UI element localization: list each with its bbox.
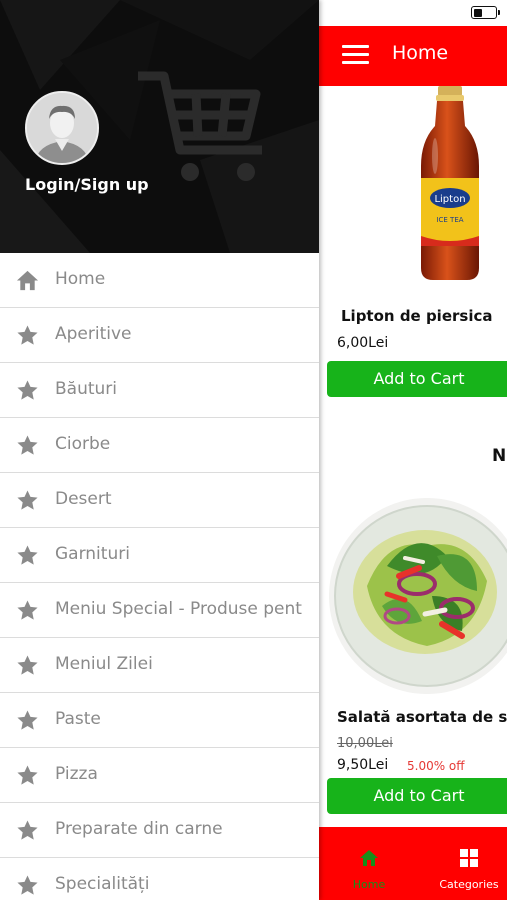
- star-icon: [17, 820, 38, 840]
- drawer-item-specialitati[interactable]: Specialități: [0, 858, 319, 900]
- app-header: Home: [319, 26, 507, 86]
- section-title-partial: N: [492, 446, 507, 466]
- star-icon: [17, 380, 38, 400]
- home-icon: [360, 850, 378, 866]
- drawer-item-label: Specialități: [55, 874, 150, 894]
- svg-text:Lipton: Lipton: [434, 194, 465, 205]
- login-signup-link[interactable]: Login/Sign up: [25, 175, 149, 194]
- page-title: Home: [392, 42, 449, 64]
- drawer-item-preparate-din-carne[interactable]: Preparate din carne: [0, 803, 319, 858]
- svg-text:ICE TEA: ICE TEA: [436, 216, 463, 224]
- star-icon: [17, 435, 38, 455]
- battery-level: [473, 8, 482, 17]
- drawer-item-label: Garnituri: [55, 544, 130, 564]
- star-icon: [17, 655, 38, 675]
- drawer-item-label: Desert: [55, 489, 112, 509]
- shopping-cart-icon: [138, 71, 262, 155]
- product-price: 9,50Lei: [337, 757, 389, 773]
- drawer-item-label: Băuturi: [55, 379, 118, 399]
- add-to-cart-button[interactable]: Add to Cart: [327, 778, 507, 814]
- drawer-item-home[interactable]: Home: [0, 253, 319, 308]
- product-name: Lipton de piersica: [341, 307, 493, 325]
- status-bar: [319, 0, 507, 26]
- product-price: 6,00Lei: [337, 335, 389, 351]
- discount-badge: 5.00% off: [407, 759, 465, 773]
- drawer-menu: Home Aperitive Băuturi Ciorbe Desert Gar…: [0, 253, 319, 900]
- product-image-salad: [329, 498, 507, 694]
- star-icon: [17, 545, 38, 565]
- drawer-item-ciorbe[interactable]: Ciorbe: [0, 418, 319, 473]
- product-name: Salată asortata de se: [337, 708, 507, 726]
- drawer-header: Login/Sign up: [0, 0, 319, 253]
- drawer-item-label: Aperitive: [55, 324, 132, 344]
- user-avatar-icon: [27, 93, 97, 163]
- star-icon: [17, 765, 38, 785]
- bottom-navigation: Home Categories: [313, 827, 507, 900]
- drawer-item-label: Paste: [55, 709, 101, 729]
- star-icon: [17, 325, 38, 345]
- drawer-item-pizza[interactable]: Pizza: [0, 748, 319, 803]
- bottom-nav-home-label: Home: [352, 878, 386, 891]
- bottom-nav-home[interactable]: Home: [333, 827, 405, 900]
- drawer-item-aperitive[interactable]: Aperitive: [0, 308, 319, 363]
- battery-icon: [471, 6, 500, 19]
- product-card[interactable]: N Salată asortata de se 10,00Lei 9,50Lei…: [319, 440, 507, 820]
- drawer-item-label: Ciorbe: [55, 434, 111, 454]
- grid-icon: [460, 849, 478, 867]
- drawer-item-garnituri[interactable]: Garnituri: [0, 528, 319, 583]
- drawer-item-label: Meniu Special - Produse pent: [55, 599, 302, 619]
- bottom-nav-categories[interactable]: Categories: [431, 827, 507, 900]
- drawer-item-label: Home: [55, 269, 106, 289]
- drawer-item-desert[interactable]: Desert: [0, 473, 319, 528]
- bottom-nav-categories-label: Categories: [439, 878, 499, 891]
- star-icon: [17, 490, 38, 510]
- navigation-drawer: Login/Sign up Home Aperitive Băuturi Cio…: [0, 0, 319, 900]
- star-icon: [17, 875, 38, 895]
- drawer-item-label: Meniul Zilei: [55, 654, 153, 674]
- product-old-price: 10,00Lei: [337, 736, 393, 751]
- hamburger-menu-icon[interactable]: [342, 45, 369, 65]
- drawer-item-label: Pizza: [55, 764, 98, 784]
- drawer-item-label: Preparate din carne: [55, 819, 223, 839]
- home-icon: [16, 270, 39, 291]
- star-icon: [17, 710, 38, 730]
- avatar[interactable]: [25, 91, 99, 165]
- drawer-item-meniu-special[interactable]: Meniu Special - Produse pent: [0, 583, 319, 638]
- add-to-cart-button[interactable]: Add to Cart: [327, 361, 507, 397]
- star-icon: [17, 600, 38, 620]
- product-card[interactable]: Lipton ICE TEA Lipton de piersica 6,00Le…: [319, 86, 507, 406]
- drawer-item-paste[interactable]: Paste: [0, 693, 319, 748]
- drawer-item-meniul-zilei[interactable]: Meniul Zilei: [0, 638, 319, 693]
- product-image-lipton-bottle: Lipton ICE TEA: [421, 86, 479, 280]
- drawer-item-bauturi[interactable]: Băuturi: [0, 363, 319, 418]
